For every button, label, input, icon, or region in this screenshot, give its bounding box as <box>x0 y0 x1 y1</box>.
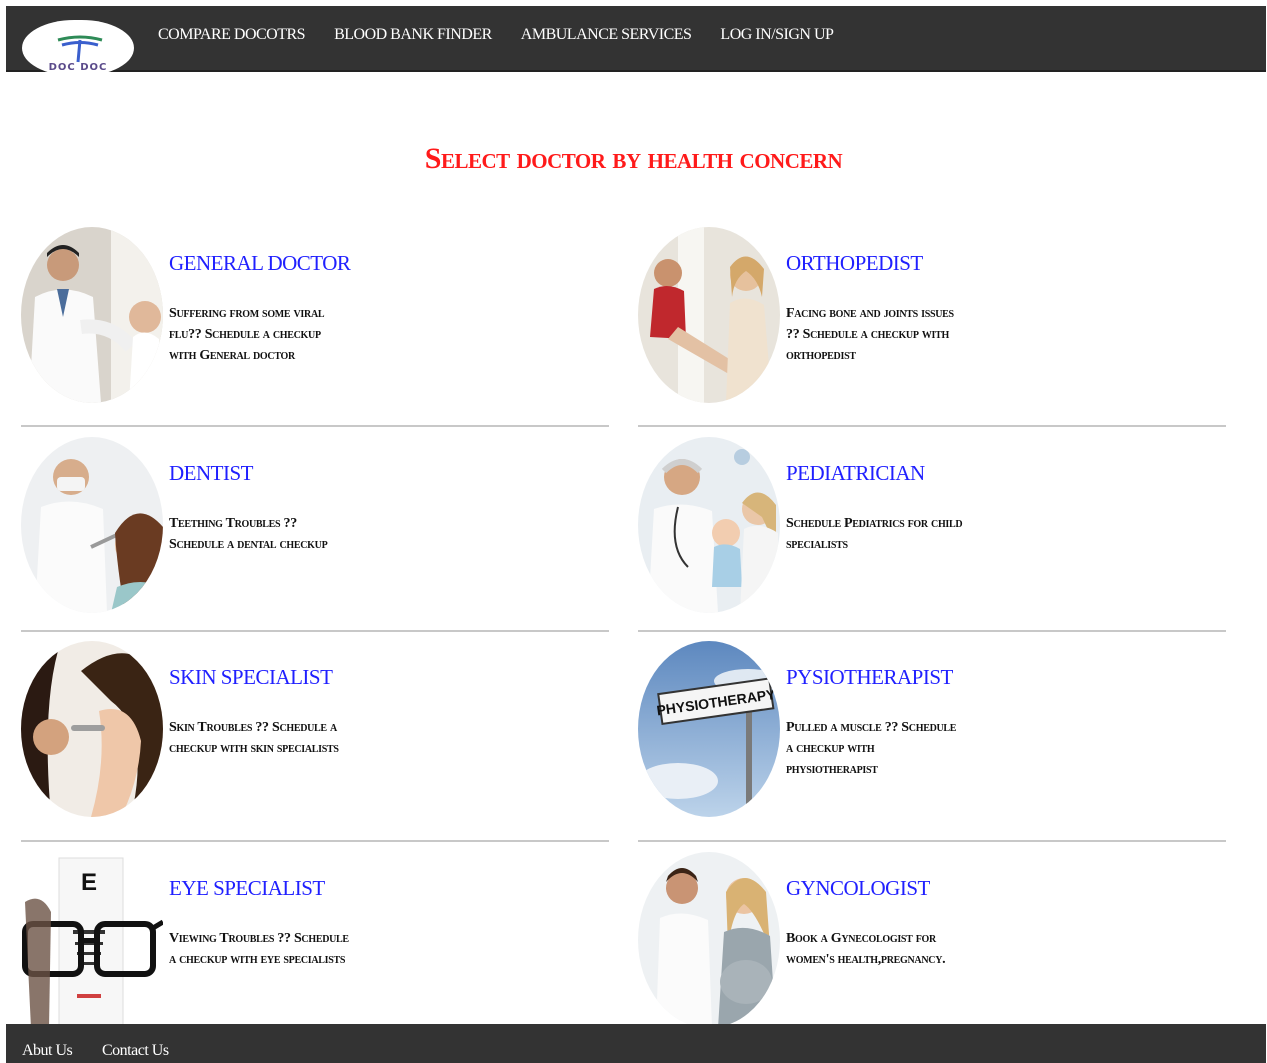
card-desc-eye-specialist: Viewing Troubles ?? Schedule a checkup w… <box>169 931 349 967</box>
eye-specialist-photo[interactable]: E <box>21 852 163 1028</box>
dentist-photo[interactable] <box>21 437 163 613</box>
card-title-physiotherapist[interactable]: PYSIOTHERAPIST <box>786 665 953 690</box>
footer-contact-us-link[interactable]: Contact Us <box>102 1042 169 1060</box>
divider <box>21 425 609 427</box>
eye-chart-letter: E <box>81 869 97 896</box>
card-desc-skin-specialist: Skin Troubles ?? Schedule a checkup with… <box>169 720 339 756</box>
divider <box>638 630 1226 632</box>
card-title-general-doctor[interactable]: GENERAL DOCTOR <box>169 251 351 276</box>
logo-text: DOC DOC <box>48 62 108 73</box>
nav-compare-doctors[interactable]: COMPARE DOCOTRS <box>158 26 306 44</box>
doc-doc-logo[interactable]: DOC DOC <box>22 20 134 76</box>
divider <box>638 425 1226 427</box>
gynecologist-photo[interactable] <box>638 852 780 1028</box>
physiotherapist-photo[interactable]: PHYSIOTHERAPY <box>638 641 780 817</box>
card-title-gynecologist[interactable]: GYNCOLOGIST <box>786 876 930 901</box>
divider <box>21 630 609 632</box>
orthopedist-photo[interactable] <box>638 227 780 403</box>
nav-blood-bank-finder[interactable]: BLOOD BANK FINDER <box>334 26 492 44</box>
footer-about-us-link[interactable]: Abut Us <box>22 1042 73 1060</box>
skin-specialist-photo[interactable] <box>21 641 163 817</box>
nav-ambulance-services[interactable]: AMBULANCE SERVICES <box>521 26 692 44</box>
nav-links: COMPARE DOCOTRS BLOOD BANK FINDER AMBULA… <box>158 26 862 44</box>
card-desc-general-doctor: Suffering from some viral flu?? Schedule… <box>169 306 325 363</box>
general-doctor-photo[interactable] <box>21 227 163 403</box>
card-title-skin-specialist[interactable]: SKIN SPECIALIST <box>169 665 333 690</box>
footer: Abut Us Contact Us <box>6 1024 1266 1063</box>
top-navbar: DOC DOC COMPARE DOCOTRS BLOOD BANK FINDE… <box>6 6 1266 76</box>
card-desc-dentist: Teething Troubles ?? Schedule a dental c… <box>169 516 328 552</box>
card-title-orthopedist[interactable]: ORTHOPEDIST <box>786 251 923 276</box>
card-desc-orthopedist: Facing bone and joints issues ?? Schedul… <box>786 306 954 363</box>
page-title: Select doctor by health concern <box>424 142 843 175</box>
card-title-pediatrician[interactable]: PEDIATRICIAN <box>786 461 925 486</box>
card-desc-physiotherapist: Pulled a muscle ?? Schedule a checkup wi… <box>786 720 957 777</box>
divider <box>21 840 609 842</box>
pediatrician-photo[interactable] <box>638 437 780 613</box>
divider <box>638 840 1226 842</box>
nav-login-signup[interactable]: LOG IN/SIGN UP <box>720 26 834 44</box>
card-title-dentist[interactable]: DENTIST <box>169 461 254 486</box>
card-title-eye-specialist[interactable]: EYE SPECIALIST <box>169 876 325 901</box>
card-desc-gynecologist: Book a Gynecologist for women's health,p… <box>786 931 946 967</box>
card-desc-pediatrician: Schedule Pediatrics for child specialist… <box>786 516 963 552</box>
